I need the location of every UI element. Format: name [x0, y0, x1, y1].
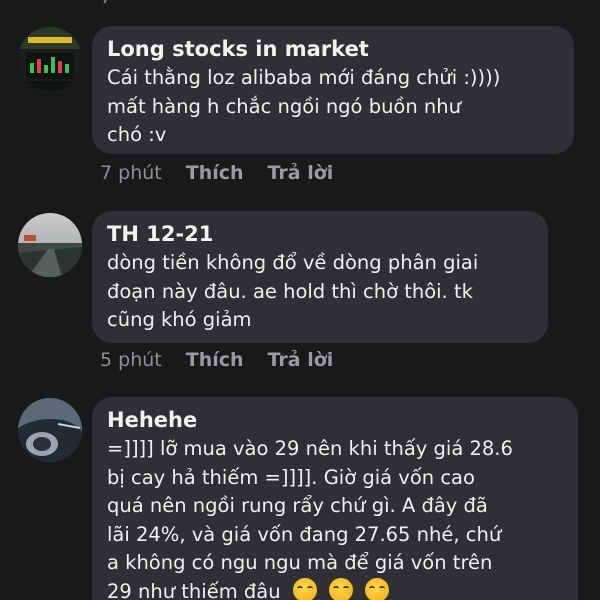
comment-author[interactable]: Hehehe	[107, 407, 562, 433]
comment-thread: 7 Long stocks in market Cái thằng loz al…	[0, 0, 600, 600]
grinning-sweat-face-icon	[365, 577, 390, 600]
avatar-car-image	[18, 398, 82, 462]
comment-text-line: lãi 24%, và giá vốn đang 27.65 nhé, chứ	[107, 522, 502, 546]
comment-text-line: =]]]] lỡ mua vào 29 nên khi thấy giá 28.…	[107, 437, 513, 460]
comment-text-fragment: 29 như thiếm đâu	[107, 579, 281, 600]
comment-bubble: Hehehe =]]]] lỡ mua vào 29 nên khi thấy …	[92, 397, 578, 600]
comment-text: =]]]] lỡ mua vào 29 nên khi thấy giá 28.…	[107, 435, 562, 600]
grinning-sweat-face-icon	[329, 577, 353, 600]
grinning-sweat-face-icon	[292, 577, 317, 600]
comment-text-line-last: 29 như thiếm đâu	[107, 577, 562, 600]
comment-text-line: quá nên ngồi rung rẩy chứ gì. A đây đã	[107, 494, 488, 517]
avatar[interactable]	[18, 398, 82, 462]
comment-text-line: a không có ngu ngu mà để giá vốn trên	[107, 551, 493, 574]
comment-item: Hehehe =]]]] lỡ mua vào 29 nên khi thấy …	[0, 0, 600, 600]
comment-text-line: bị cay hả thiếm =]]]]. Giờ giá vốn cao	[107, 465, 475, 489]
